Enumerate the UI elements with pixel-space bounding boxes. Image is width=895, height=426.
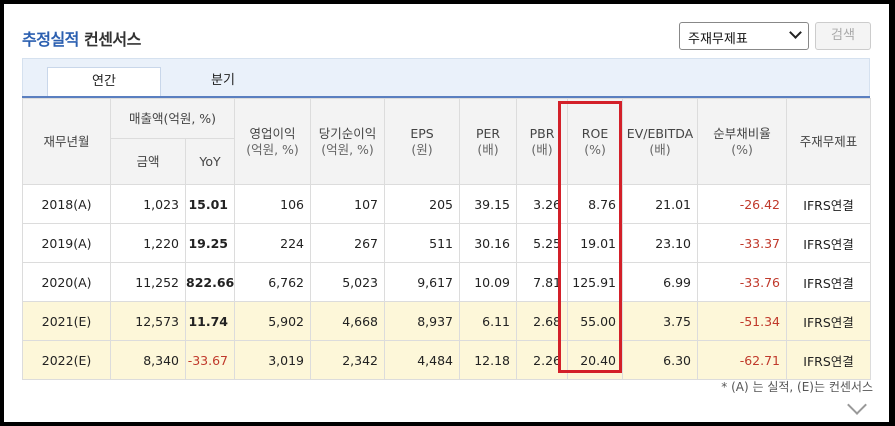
header-sales-group: 매출액(억원, %): [109, 98, 236, 139]
cell-yoy: 822.66: [184, 262, 236, 302]
cell-net-debt-ratio: -62.71: [697, 340, 788, 380]
header-net-debt-ratio: 순부채비율 (%): [697, 98, 788, 185]
table-row: 2018(A) 1,023 15.01 106 107 205 39.15 3.…: [22, 184, 872, 224]
table-row: 2019(A) 1,220 19.25 224 267 511 30.16 5.…: [22, 223, 872, 263]
cell-net-income: 4,668: [310, 301, 386, 341]
cell-net-debt-ratio: -33.76: [697, 262, 788, 302]
cell-ev-ebitda: 23.10: [622, 223, 699, 263]
cell-per: 12.18: [459, 340, 518, 380]
cell-yoy: 15.01: [184, 184, 236, 224]
cell-net-income: 267: [310, 223, 386, 263]
table-row: 2022(E) 8,340 -33.67 3,019 2,342 4,484 1…: [22, 340, 872, 380]
cell-statement-type: IFRS연결: [786, 262, 872, 302]
cell-sales: 12,573: [110, 301, 186, 341]
cell-net-debt-ratio: -51.34: [697, 301, 788, 341]
chevron-down-icon: [789, 26, 802, 39]
cell-eps: 511: [384, 223, 461, 263]
cell-per: 10.09: [459, 262, 518, 302]
cell-operating-income: 106: [234, 184, 312, 224]
header-roe: ROE (%): [567, 98, 624, 185]
cell-net-debt-ratio: -33.37: [697, 223, 788, 263]
cell-per: 6.11: [459, 301, 518, 341]
footnote: * (A) 는 실적, (E)는 컨센서스: [721, 380, 873, 394]
cell-ev-ebitda: 21.01: [622, 184, 699, 224]
cell-net-debt-ratio: -26.42: [697, 184, 788, 224]
cell-sales: 1,220: [110, 223, 186, 263]
cell-roe: 19.01: [567, 223, 624, 263]
cell-period: 2022(E): [22, 340, 111, 380]
period-tabs: 연간 분기: [22, 58, 870, 97]
cell-eps: 205: [384, 184, 461, 224]
header-operating-income: 영업이익 (억원, %): [234, 98, 312, 185]
header-per: PER (배): [459, 98, 518, 185]
cell-net-income: 107: [310, 184, 386, 224]
cell-net-income: 5,023: [310, 262, 386, 302]
cell-ev-ebitda: 6.30: [622, 340, 699, 380]
cell-statement-type: IFRS연결: [786, 223, 872, 263]
panel-header: 추정실적 컨센서스 주재무제표 검색: [4, 22, 889, 54]
tab-quarterly[interactable]: 분기: [163, 67, 283, 97]
cell-roe: 20.40: [567, 340, 624, 380]
cell-roe: 8.76: [567, 184, 624, 224]
cell-roe: 125.91: [567, 262, 624, 302]
cell-sales: 8,340: [110, 340, 186, 380]
cell-yoy: 11.74: [184, 301, 236, 341]
cell-operating-income: 6,762: [234, 262, 312, 302]
search-button[interactable]: 검색: [815, 22, 871, 50]
cell-pbr: 2.26: [516, 340, 569, 380]
header-pbr: PBR (배): [516, 98, 569, 185]
cell-pbr: 2.68: [516, 301, 569, 341]
chevron-down-icon[interactable]: [847, 395, 867, 415]
cell-period: 2020(A): [22, 262, 111, 302]
cell-sales: 11,252: [110, 262, 186, 302]
consensus-panel: 추정실적 컨센서스 주재무제표 검색 연간 분기 재무년월 매출액(억원, %)…: [4, 4, 889, 422]
cell-operating-income: 3,019: [234, 340, 312, 380]
cell-yoy: -33.67: [184, 340, 236, 380]
tab-annual[interactable]: 연간: [47, 67, 161, 97]
cell-operating-income: 5,902: [234, 301, 312, 341]
cell-ev-ebitda: 3.75: [622, 301, 699, 341]
cell-operating-income: 224: [234, 223, 312, 263]
cell-roe: 55.00: [567, 301, 624, 341]
table-row: 2020(A) 11,252 822.66 6,762 5,023 9,617 …: [22, 262, 872, 302]
header-eps: EPS (원): [384, 98, 461, 185]
cell-net-income: 2,342: [310, 340, 386, 380]
consensus-table: 재무년월 매출액(억원, %) 영업이익 (억원, %) 당기순이익 (억원, %)…: [22, 98, 872, 380]
statement-type-select[interactable]: 주재무제표: [679, 22, 809, 50]
cell-statement-type: IFRS연결: [786, 184, 872, 224]
cell-period: 2021(E): [22, 301, 111, 341]
cell-statement-type: IFRS연결: [786, 340, 872, 380]
header-sales-yoy: YoY: [184, 138, 236, 185]
cell-sales: 1,023: [110, 184, 186, 224]
cell-per: 30.16: [459, 223, 518, 263]
header-period: 재무년월: [22, 98, 111, 185]
cell-period: 2018(A): [22, 184, 111, 224]
header-ev-ebitda: EV/EBITDA (배): [622, 98, 699, 185]
title-secondary: 컨센서스: [83, 30, 141, 49]
consensus-table-container: 재무년월 매출액(억원, %) 영업이익 (억원, %) 당기순이익 (억원, %)…: [22, 96, 872, 380]
cell-ev-ebitda: 6.99: [622, 262, 699, 302]
header-statement-type: 주재무제표: [786, 98, 872, 185]
cell-eps: 8,937: [384, 301, 461, 341]
cell-pbr: 3.26: [516, 184, 569, 224]
header-sales-amount: 금액: [110, 138, 186, 185]
cell-eps: 4,484: [384, 340, 461, 380]
cell-per: 39.15: [459, 184, 518, 224]
header-net-income: 당기순이익 (억원, %): [310, 98, 386, 185]
title-primary: 추정실적: [22, 30, 79, 49]
cell-yoy: 19.25: [184, 223, 236, 263]
cell-period: 2019(A): [22, 223, 111, 263]
cell-statement-type: IFRS연결: [786, 301, 872, 341]
select-value: 주재무제표: [688, 32, 748, 47]
cell-pbr: 7.81: [516, 262, 569, 302]
cell-pbr: 5.25: [516, 223, 569, 263]
table-row: 2021(E) 12,573 11.74 5,902 4,668 8,937 6…: [22, 301, 872, 341]
cell-eps: 9,617: [384, 262, 461, 302]
panel-title: 추정실적 컨센서스: [22, 26, 141, 50]
